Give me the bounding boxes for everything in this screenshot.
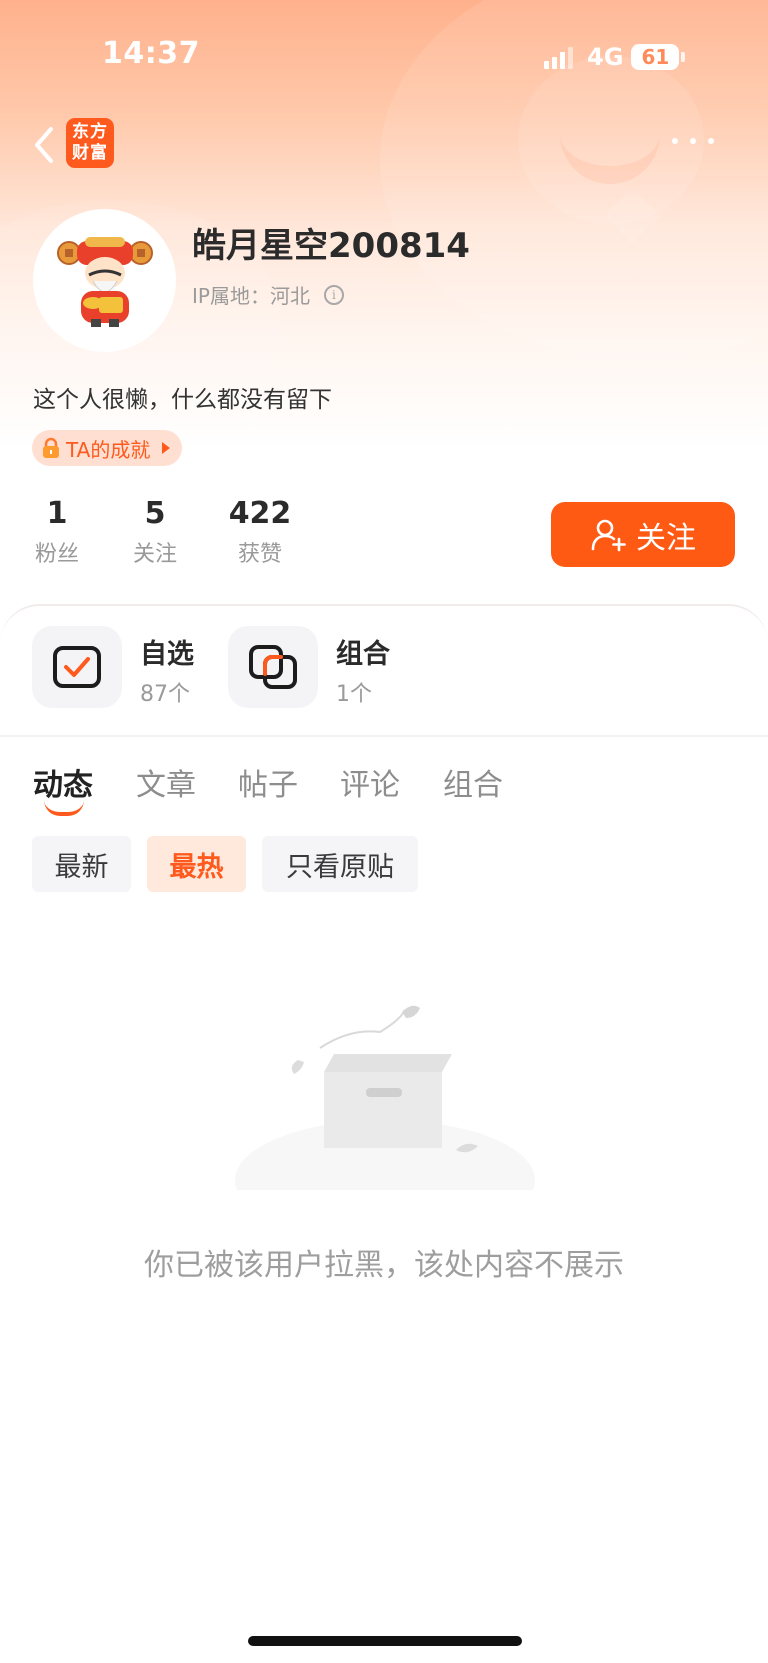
ip-location-row: IP属地：河北 i: [192, 280, 344, 309]
achievements-label: TA的成就: [66, 437, 151, 462]
lock-icon: [43, 437, 59, 458]
stat-label: 关注: [132, 542, 177, 567]
follow-button-label: 关注: [636, 520, 696, 556]
logo-line-2: 财富: [72, 143, 108, 163]
follow-button[interactable]: 关注: [551, 502, 735, 567]
avatar-god-of-wealth-icon: [56, 236, 153, 327]
status-time: 14:37: [102, 36, 200, 71]
chevron-left-icon: [35, 127, 53, 163]
status-indicators: 4G 61: [544, 40, 686, 74]
network-type: 4G: [587, 43, 624, 71]
stat-following[interactable]: 5 关注: [122, 496, 188, 568]
stat-value: 1: [46, 496, 68, 531]
home-indicator[interactable]: [248, 1636, 522, 1646]
tab-comments[interactable]: 评论: [340, 760, 400, 804]
username: 皓月星空200814: [192, 226, 470, 266]
stat-followers[interactable]: 1 粉丝: [24, 496, 90, 568]
battery-tip: [681, 52, 686, 62]
filter-original-only[interactable]: 只看原贴: [262, 836, 418, 892]
more-icon-dot: [708, 138, 714, 144]
watchlist-title[interactable]: 自选: [140, 632, 194, 671]
portfolio-button[interactable]: [228, 626, 318, 708]
avatar[interactable]: [33, 209, 176, 352]
section-divider: [0, 735, 768, 737]
achievements-button[interactable]: TA的成就: [32, 430, 183, 466]
info-icon[interactable]: i: [323, 284, 344, 305]
tab-posts[interactable]: 帖子: [238, 760, 298, 804]
more-icon-dot: [690, 138, 696, 144]
checkbox-icon: [53, 646, 101, 688]
app-logo[interactable]: 东方 财富: [66, 118, 114, 168]
tab-dynamics[interactable]: 动态: [33, 760, 93, 804]
watchlist-count: 87个: [140, 682, 190, 707]
portfolio-count: 1个: [336, 682, 372, 707]
logo-line-1: 东方: [72, 122, 108, 142]
stat-label: 粉丝: [34, 542, 79, 567]
battery-level: 61: [641, 45, 670, 69]
signal-icon: [544, 45, 573, 69]
portfolio-title[interactable]: 组合: [336, 632, 390, 671]
add-user-icon: [591, 519, 626, 551]
empty-box-illustration: [230, 1000, 540, 1240]
filter-latest[interactable]: 最新: [32, 836, 131, 892]
stat-label: 获赞: [237, 542, 282, 567]
more-icon-dot: [672, 138, 678, 144]
stat-value: 5: [144, 496, 166, 531]
profile-bio: 这个人很懒，什么都没有留下: [33, 387, 332, 413]
stat-likes[interactable]: 422 获赞: [222, 496, 298, 568]
tab-articles[interactable]: 文章: [136, 760, 196, 804]
arrow-right-icon: [162, 442, 171, 454]
back-button[interactable]: [24, 122, 64, 168]
active-tab-indicator: [44, 800, 84, 816]
portfolio-icon: [249, 645, 297, 689]
empty-box-icon: [235, 1005, 535, 1240]
tab-portfolios[interactable]: 组合: [443, 760, 503, 804]
empty-state-message: 你已被该用户拉黑，该处内容不展示: [144, 1248, 624, 1283]
filter-hottest[interactable]: 最热: [147, 836, 246, 892]
ip-location: IP属地：河北: [192, 284, 310, 308]
watchlist-button[interactable]: [32, 626, 122, 708]
tools-card: 自选 87个 组合 1个: [0, 604, 768, 736]
stat-value: 422: [228, 496, 292, 531]
battery-icon: 61: [631, 44, 680, 70]
more-options-button[interactable]: [672, 128, 714, 154]
